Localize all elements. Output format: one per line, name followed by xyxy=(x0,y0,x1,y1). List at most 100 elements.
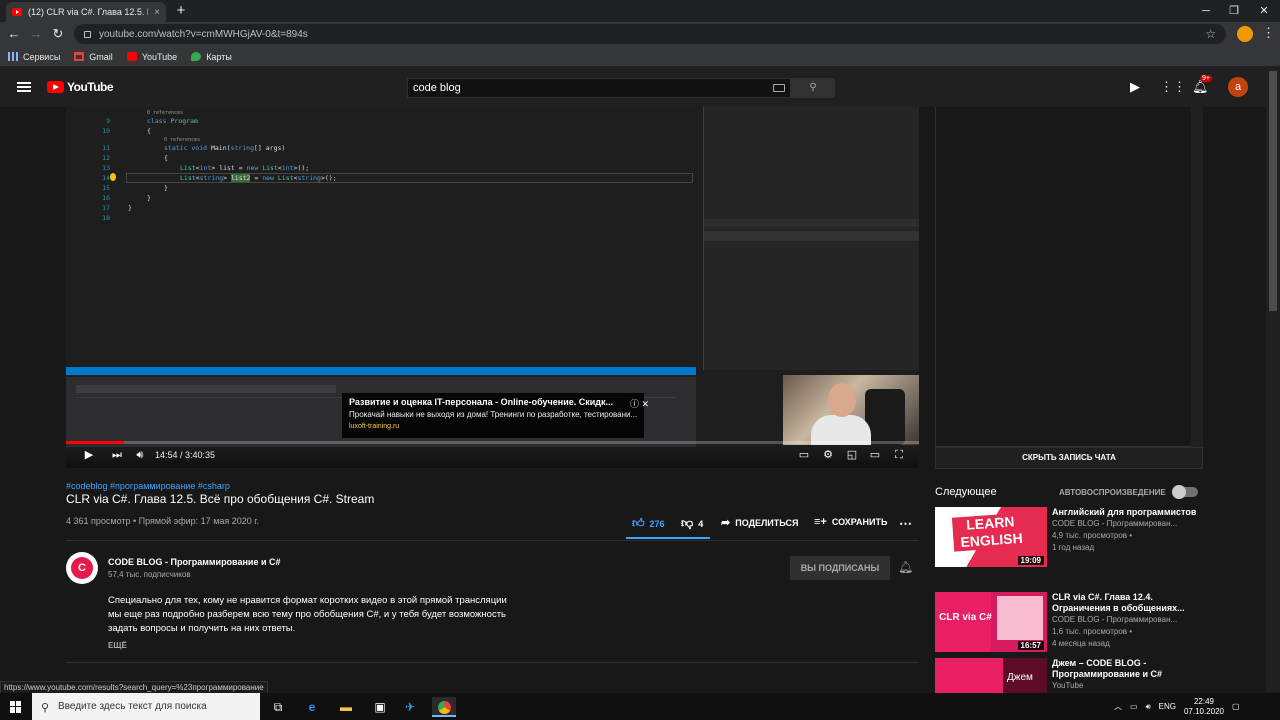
video-title: CLR via C#. Глава 12.4. Ограничения в об… xyxy=(1052,592,1185,613)
suggested-video[interactable]: LEARN ENGLISH 19:09 Английский для прогр… xyxy=(935,507,1203,567)
taskbar-search-input[interactable]: ⚲ Введите здесь текст для поиска xyxy=(32,693,260,720)
page-scrollbar[interactable] xyxy=(1266,67,1280,693)
code-line: List<string> list2 = new List<string>(); xyxy=(180,174,337,182)
apps-grid-icon[interactable]: ⋮⋮ xyxy=(1160,80,1186,94)
video-hashtags[interactable]: #codeblog #программирование #csharp xyxy=(66,481,230,491)
line-number: 13 xyxy=(102,164,110,172)
suggested-mix[interactable]: Джем Джем – CODE BLOG - Программирование… xyxy=(935,658,1203,693)
line-number: 9 xyxy=(106,117,110,125)
volume-icon[interactable]: 🔊︎ xyxy=(133,448,147,462)
reload-icon[interactable]: ↻ xyxy=(50,26,66,42)
clock[interactable]: 22:49 07.10.2020 xyxy=(1184,697,1224,717)
volume-tray-icon[interactable]: 🔊︎ xyxy=(1146,702,1151,712)
line-number: 17 xyxy=(102,204,110,212)
tray-expand-icon[interactable]: ︿ xyxy=(1114,701,1122,712)
subtitles-icon[interactable]: ▭ xyxy=(797,448,811,462)
bookmark-gmail[interactable]: Gmail xyxy=(74,52,113,62)
search-input[interactable]: code blog xyxy=(407,78,791,98)
miniplayer-icon[interactable]: ◱ xyxy=(845,448,859,462)
hamburger-menu-icon[interactable] xyxy=(17,82,31,92)
task-view-icon[interactable]: ⧉ xyxy=(268,697,288,717)
subscribed-button[interactable]: ВЫ ПОДПИСАНЫ xyxy=(790,556,890,580)
show-more-button[interactable]: ЕЩЁ xyxy=(108,641,127,650)
chair-shape xyxy=(865,389,905,445)
address-url: youtube.com/watch?v=cmMWHGjAV-0&t=894s xyxy=(99,28,308,40)
subscriber-count: 57,4 тыс. подписчиков xyxy=(108,570,191,579)
browser-profile-avatar[interactable] xyxy=(1237,26,1253,42)
autoplay-toggle[interactable] xyxy=(1172,485,1198,499)
address-bar[interactable]: youtube.com/watch?v=cmMWHGjAV-0&t=894s ☆ xyxy=(74,24,1226,44)
chat-scrollbar[interactable] xyxy=(1191,107,1203,447)
chrome-icon[interactable] xyxy=(432,697,456,717)
video-description: Специально для тех, кому не нравится фор… xyxy=(108,595,507,634)
autoplay-label: АВТОВОСПРОИЗВЕДЕНИЕ xyxy=(1059,488,1166,497)
youtube-header: YouTube code blog ⚲ ▶ ⋮⋮ 🔔︎ 9+ a xyxy=(0,67,1266,107)
channel-avatar[interactable]: C xyxy=(66,552,98,584)
telegram-icon[interactable]: ✈ xyxy=(400,697,420,717)
ad-url: luxoft-training.ru xyxy=(349,423,400,430)
theater-mode-icon[interactable]: ▭ xyxy=(868,448,882,462)
bookmark-label: YouTube xyxy=(141,51,178,62)
restore-icon[interactable]: ❐ xyxy=(1220,3,1248,19)
language-indicator[interactable]: ENG xyxy=(1159,702,1176,711)
search-icon: ⚲ xyxy=(809,82,817,93)
bookmark-star-icon[interactable]: ☆ xyxy=(1205,27,1216,41)
back-icon[interactable]: ← xyxy=(6,26,22,42)
bookmark-services[interactable]: Сервисы xyxy=(8,52,60,62)
dislike-button[interactable]: 👎︎ 4 xyxy=(681,516,703,531)
share-button[interactable]: ➦ ПОДЕЛИТЬСЯ xyxy=(721,516,798,529)
browser-menu-icon[interactable]: ⋮ xyxy=(1262,25,1275,41)
line-number: 15 xyxy=(102,184,110,192)
thumbs-up-icon: 👍︎ xyxy=(632,516,645,530)
search-value: code blog xyxy=(413,82,461,94)
notifications-icon[interactable]: ▢ xyxy=(1232,702,1240,711)
youtube-logo[interactable]: YouTube xyxy=(47,80,114,94)
code-line: } xyxy=(147,194,151,202)
save-button[interactable]: ≡+ СОХРАНИТЬ xyxy=(814,516,887,528)
fullscreen-icon[interactable]: ⛶ xyxy=(892,448,906,462)
bookmark-maps[interactable]: Карты xyxy=(191,52,232,62)
start-button[interactable] xyxy=(0,693,32,720)
new-tab-button[interactable]: + xyxy=(172,2,190,20)
suggested-video[interactable]: CLR via C# 16:57 CLR via C#. Глава 12.4.… xyxy=(935,592,1203,652)
user-avatar[interactable]: a xyxy=(1228,77,1248,97)
webcam-overlay xyxy=(783,375,919,445)
like-button[interactable]: 👍︎ 276 xyxy=(632,516,665,531)
notifications-bell-icon[interactable]: 🔔︎ xyxy=(1192,80,1209,94)
forward-icon[interactable]: → xyxy=(28,26,44,42)
minimize-icon[interactable]: ─ xyxy=(1192,3,1220,19)
like-ratio-bar xyxy=(626,537,710,539)
close-window-icon[interactable]: ✕ xyxy=(1250,3,1278,19)
network-icon[interactable]: ▭ xyxy=(1130,702,1138,711)
notification-bell-icon[interactable]: 🔔︎ xyxy=(898,560,913,574)
create-video-icon[interactable]: ▶ xyxy=(1128,80,1142,94)
ad-overlay[interactable]: Развитие и оценка IT-персонала - Online-… xyxy=(342,393,644,438)
hide-chat-button[interactable]: СКРЫТЬ ЗАПИСЬ ЧАТА xyxy=(935,447,1203,469)
close-tab-icon[interactable]: × xyxy=(154,7,160,18)
video-title: CLR via C#. Глава 12.5. Всё про обобщени… xyxy=(66,492,375,506)
code-refs: 0 references xyxy=(147,110,184,116)
like-count: 276 xyxy=(649,518,665,529)
channel-name[interactable]: CODE BLOG - Программирование и C# xyxy=(108,557,281,567)
store-icon[interactable]: ▣ xyxy=(370,697,390,717)
video-title: Английский для программистов xyxy=(1052,507,1197,517)
video-frame-status-bar xyxy=(66,367,696,375)
keyboard-icon[interactable] xyxy=(773,84,785,92)
line-number: 18 xyxy=(102,214,110,222)
video-duration: 16:57 xyxy=(1017,641,1044,650)
scrollbar-thumb[interactable] xyxy=(1269,71,1277,311)
code-line: { xyxy=(164,154,168,162)
video-views: 1,6 тыс. просмотров • xyxy=(1052,627,1133,636)
code-line: } xyxy=(164,184,168,192)
bookmark-youtube[interactable]: YouTube xyxy=(126,51,178,62)
browser-tab[interactable]: (12) CLR via C#. Глава 12.5. Всё п × xyxy=(6,2,166,22)
video-age: 4 месяца назад xyxy=(1052,639,1110,648)
play-icon[interactable]: ▶ xyxy=(82,448,96,462)
more-actions-icon[interactable]: ⋯ xyxy=(899,516,912,532)
settings-gear-icon[interactable]: ⚙ xyxy=(821,448,835,462)
search-button[interactable]: ⚲ xyxy=(791,78,835,98)
edge-icon[interactable]: e xyxy=(302,697,322,717)
ad-close-icon[interactable]: ⓘ ✕ xyxy=(630,397,649,410)
file-explorer-icon[interactable]: ▬ xyxy=(336,697,356,717)
next-icon[interactable]: ⏭ xyxy=(110,448,124,462)
